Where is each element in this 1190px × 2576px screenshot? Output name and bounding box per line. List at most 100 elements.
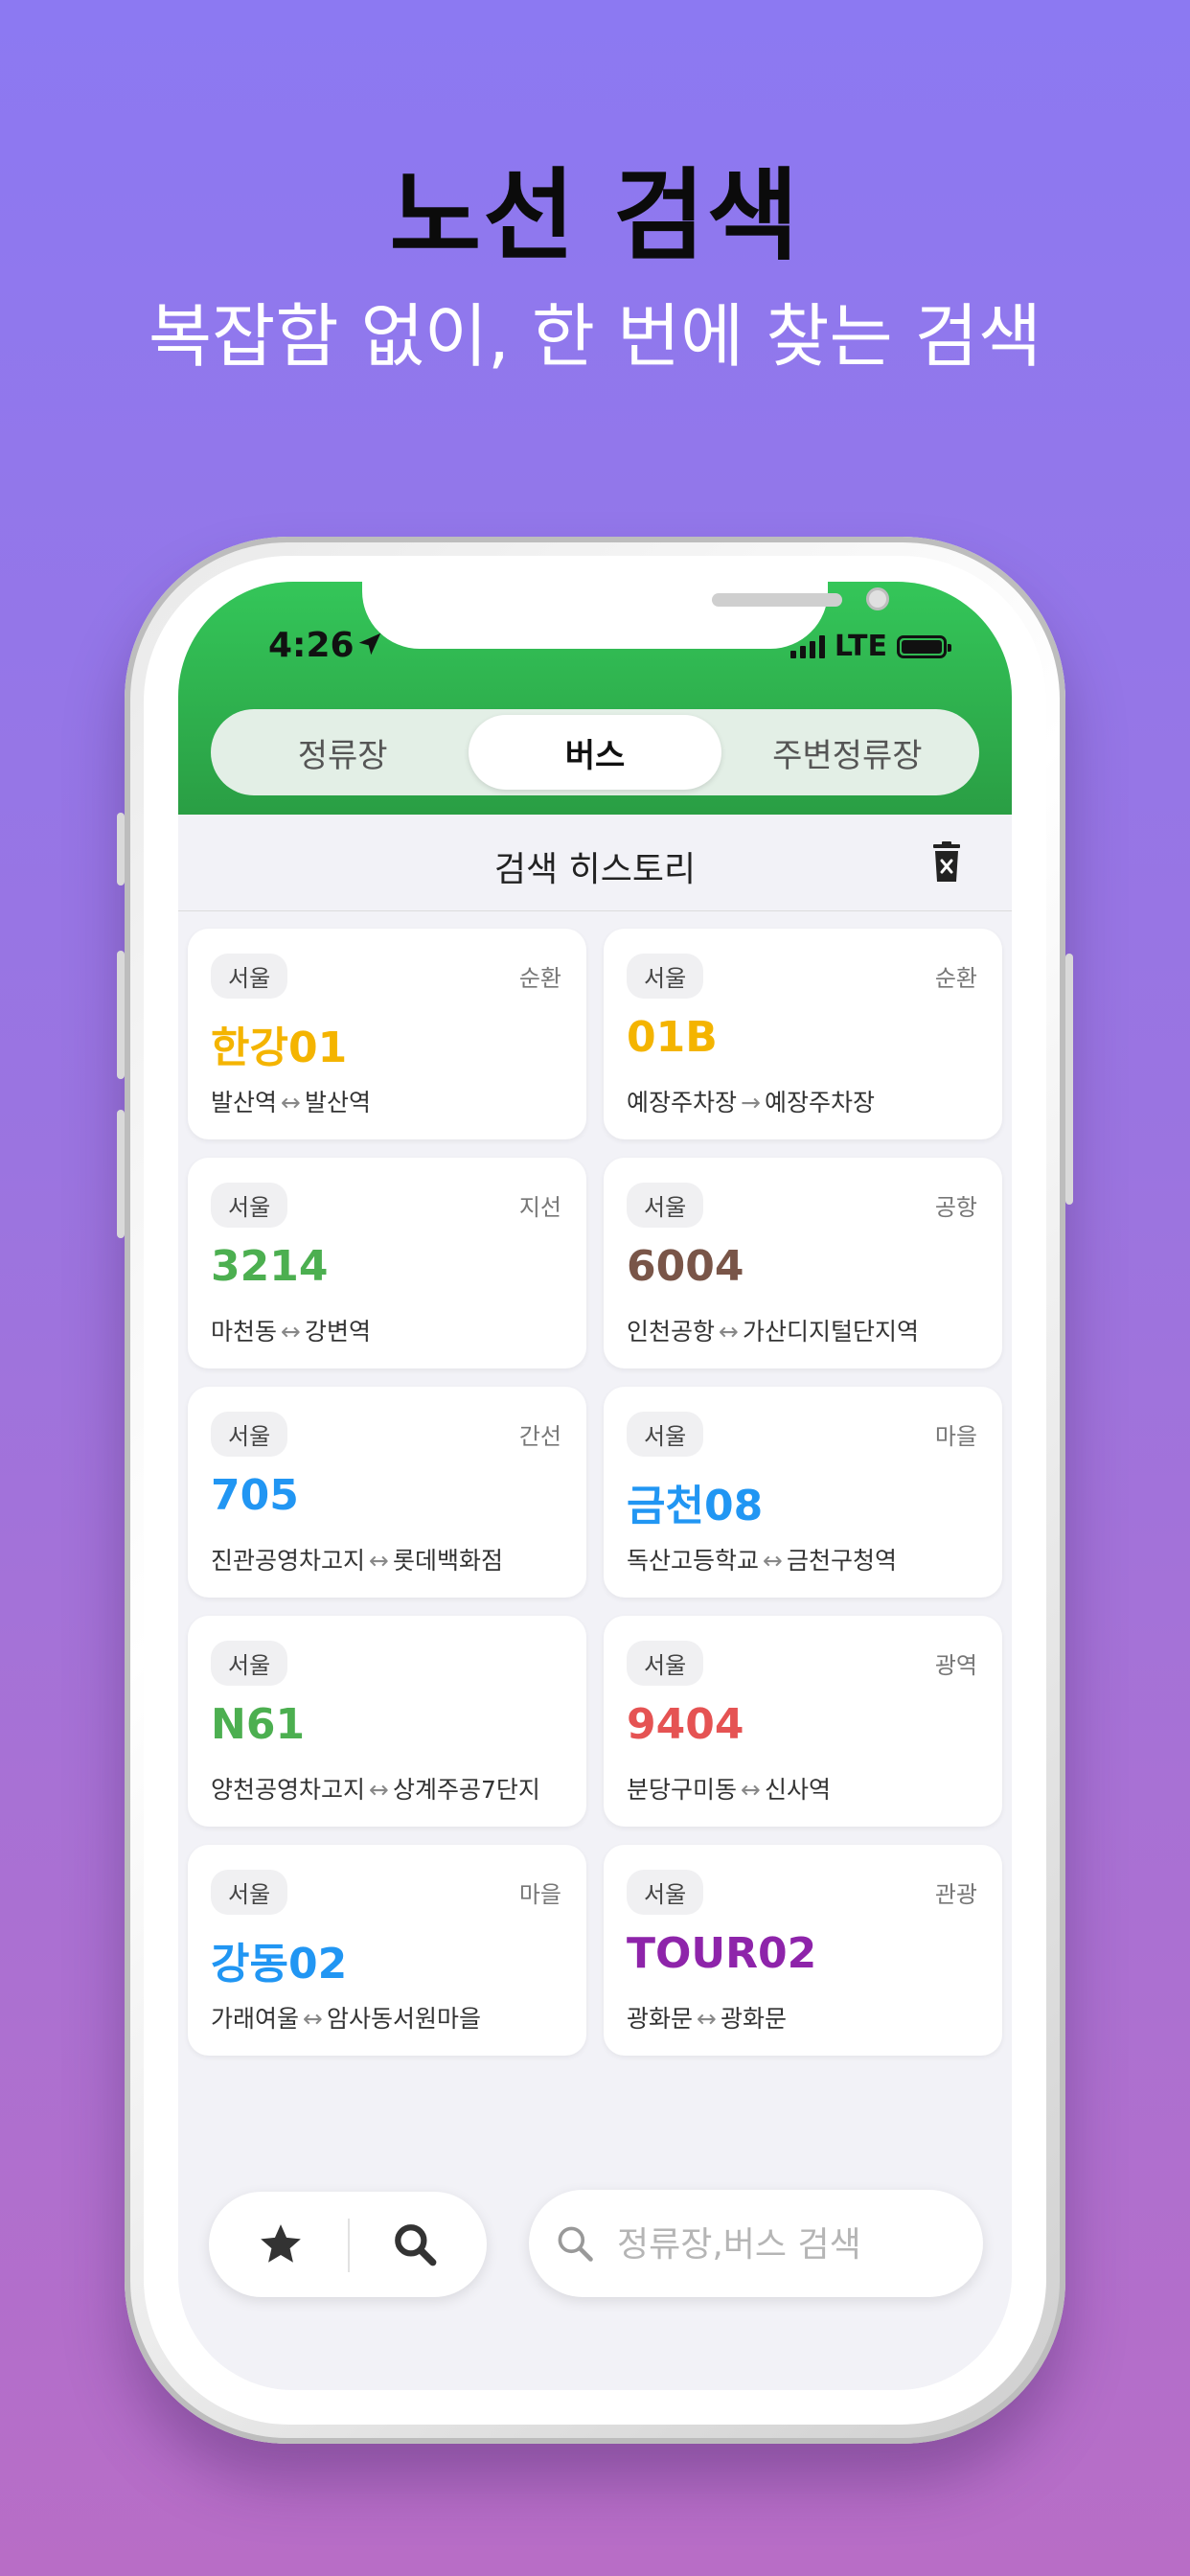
route-endpoints: 가래여울 ↔ 암사동서원마을: [211, 2000, 481, 2035]
route-to: 광화문: [720, 2005, 787, 2033]
status-indicators: LTE: [790, 630, 951, 663]
route-to: 암사동서원마을: [326, 2005, 481, 2033]
route-from: 독산고등학교: [627, 1547, 760, 1575]
route-from: 양천공영차고지: [211, 1776, 366, 1804]
route-type: 순환: [934, 965, 977, 992]
route-region-badge: 서울: [627, 954, 704, 999]
route-card[interactable]: 서울 간선 705 진관공영차고지 ↔ 롯데백화점: [188, 1387, 586, 1598]
route-number: 금천08: [627, 1482, 764, 1530]
location-arrow-icon: [358, 632, 381, 656]
headline: 노선 검색: [389, 157, 801, 274]
route-to: 발산역: [304, 1089, 371, 1116]
route-type: 관광: [934, 1881, 977, 1908]
route-direction-icon: ↔: [741, 1776, 761, 1804]
route-from: 광화문: [627, 2005, 694, 2033]
subheadline: 복잡함 없이, 한 번에 찾는 검색: [148, 296, 1042, 377]
route-number: 6004: [627, 1242, 744, 1291]
route-from: 예장주차장: [627, 1089, 738, 1116]
network-label: LTE: [834, 630, 887, 663]
route-number: 한강01: [211, 1024, 348, 1072]
route-from: 진관공영차고지: [211, 1547, 366, 1575]
route-direction-icon: ↔: [369, 1547, 389, 1575]
search-field-icon: [558, 2226, 593, 2262]
phone-side-button: [117, 813, 125, 886]
route-endpoints: 예장주차장 → 예장주차장: [627, 1084, 875, 1118]
route-type: 마을: [934, 1423, 977, 1450]
route-card[interactable]: 서울 마을금천08 독산고등학교 ↔ 금천구청역: [604, 1387, 1002, 1598]
route-direction-icon: ↔: [303, 2005, 323, 2033]
trash-icon[interactable]: [927, 841, 966, 884]
route-endpoints: 독산고등학교 ↔ 금천구청역: [627, 1542, 897, 1576]
signal-icon: [790, 634, 825, 658]
route-endpoints: 진관공영차고지 ↔ 롯데백화점: [211, 1542, 503, 1576]
route-from: 분당구미동: [627, 1776, 738, 1804]
history-title: 검색 히스토리: [493, 850, 697, 889]
route-number: 3214: [211, 1242, 329, 1291]
route-to: 가산디지털단지역: [742, 1318, 919, 1346]
route-type: 광역: [934, 1652, 977, 1679]
route-region-badge: 서울: [627, 1183, 704, 1228]
battery-icon: [897, 634, 951, 658]
route-type: 지선: [518, 1194, 561, 1221]
route-number: N61: [211, 1700, 306, 1749]
route-direction-icon: →: [741, 1089, 761, 1116]
search-icon[interactable]: [391, 2220, 439, 2268]
route-direction-icon: ↔: [697, 2005, 717, 2033]
route-card[interactable]: 서울 마을강동02 가래여울 ↔ 암사동서원마을: [188, 1845, 586, 2056]
route-endpoints: 마천동 ↔ 강변역: [211, 1313, 371, 1347]
star-icon[interactable]: [257, 2220, 305, 2268]
route-endpoints: 인천공항 ↔ 가산디지털단지역: [627, 1313, 919, 1347]
route-card[interactable]: 서울 관광 TOUR02 광화문 ↔ 광화문: [604, 1845, 1002, 2056]
phone-power-button: [1065, 954, 1073, 1205]
route-region-badge: 서울: [627, 1870, 704, 1915]
top-bar: 4:26 LTE 정류장 버스 주변정류장: [178, 582, 1012, 815]
route-region-badge: 서울: [627, 1641, 704, 1686]
tab-nearby-stops[interactable]: 주변정류장: [721, 715, 973, 790]
route-card[interactable]: 서울 N61 양천공영차고지 ↔ 상계주공7단지: [188, 1616, 586, 1827]
route-region-badge: 서울: [211, 1183, 288, 1228]
segment-control: 정류장 버스 주변정류장: [211, 709, 979, 795]
route-number: TOUR02: [627, 1929, 817, 1978]
route-direction-icon: ↔: [369, 1776, 389, 1804]
status-time: 4:26: [268, 626, 355, 665]
route-region-badge: 서울: [627, 1412, 704, 1457]
route-card[interactable]: 서울 순환 01B 예장주차장 → 예장주차장: [604, 929, 1002, 1139]
route-number: 01B: [627, 1013, 718, 1062]
route-type: 마을: [518, 1881, 561, 1908]
route-card[interactable]: 서울 순환한강01 발산역 ↔ 발산역: [188, 929, 586, 1139]
search-input[interactable]: [615, 2211, 964, 2278]
history-header: 검색 히스토리: [178, 815, 1012, 911]
route-from: 인천공항: [627, 1318, 716, 1346]
route-number: 강동02: [211, 1940, 348, 1989]
route-to: 예장주차장: [764, 1089, 875, 1116]
tab-bus[interactable]: 버스: [469, 715, 721, 790]
route-endpoints: 발산역 ↔ 발산역: [211, 1084, 371, 1118]
route-card[interactable]: 서울 공항 6004 인천공항 ↔ 가산디지털단지역: [604, 1158, 1002, 1368]
route-region-badge: 서울: [211, 1412, 288, 1457]
route-to: 금천구청역: [786, 1547, 897, 1575]
app-screen: 4:26 LTE 정류장 버스 주변정류장 검색 히스토리 서울 순환한강01 발산…: [178, 582, 1012, 2390]
tab-stop[interactable]: 정류장: [217, 715, 469, 790]
route-card[interactable]: 서울 지선 3214 마천동 ↔ 강변역: [188, 1158, 586, 1368]
route-type: 순환: [518, 965, 561, 992]
route-endpoints: 광화문 ↔ 광화문: [627, 2000, 787, 2035]
route-to: 롯데백화점: [392, 1547, 503, 1575]
route-type: 공항: [934, 1194, 977, 1221]
route-from: 발산역: [211, 1089, 278, 1116]
route-region-badge: 서울: [211, 1870, 288, 1915]
route-card[interactable]: 서울 광역 9404 분당구미동 ↔ 신사역: [604, 1616, 1002, 1827]
route-from: 가래여울: [211, 2005, 300, 2033]
route-number: 705: [211, 1471, 299, 1520]
route-direction-icon: ↔: [763, 1547, 783, 1575]
phone-volume-down: [117, 1110, 125, 1238]
route-to: 강변역: [304, 1318, 371, 1346]
route-type: 간선: [518, 1423, 561, 1450]
route-region-badge: 서울: [211, 1641, 288, 1686]
route-to: 상계주공7단지: [392, 1776, 540, 1804]
route-to: 신사역: [764, 1776, 831, 1804]
search-bar[interactable]: [529, 2190, 983, 2297]
phone-volume-up: [117, 951, 125, 1079]
route-region-badge: 서울: [211, 954, 288, 999]
route-direction-icon: ↔: [281, 1318, 301, 1346]
route-endpoints: 양천공영차고지 ↔ 상계주공7단지: [211, 1771, 540, 1806]
